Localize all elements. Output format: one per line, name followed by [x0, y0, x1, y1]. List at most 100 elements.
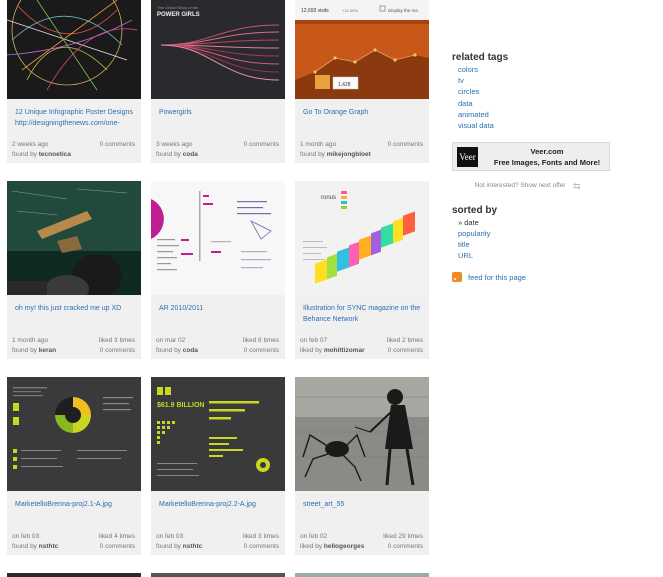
svg-text:ronus: ronus: [321, 195, 336, 201]
card-user[interactable]: coda: [183, 347, 198, 354]
card-title[interactable]: 12 Unique Infographic Poster Designs htt…: [15, 107, 135, 129]
card-meta: on mar 02 liked 8 times: [156, 337, 279, 344]
card-title[interactable]: MarketelloBrenna-proj2.2-A.jpg: [159, 499, 279, 510]
ad-tagline[interactable]: Free Images, Fonts and More!: [487, 158, 607, 167]
card-likes: liked 3 times: [242, 533, 279, 540]
card-meta: found by coda: [156, 151, 279, 158]
card-comments[interactable]: 0 comments: [100, 141, 135, 148]
grid-card[interactable]: 12,693 visits +12.09% Display the ma 1,4…: [295, 0, 429, 163]
card-comments[interactable]: 0 comments: [388, 543, 423, 550]
thumbnail[interactable]: [7, 181, 141, 295]
card-likes: liked 4 times: [98, 533, 135, 540]
card-title[interactable]: oh my! this just cracked me up XD: [15, 303, 135, 314]
grid-card[interactable]: The Untold Story of the POWER GIRLS Powe…: [151, 0, 285, 163]
card-date: on feb 03: [156, 533, 184, 540]
card-user[interactable]: hellogeorges: [324, 543, 364, 550]
card-user[interactable]: nsthtc: [183, 543, 203, 550]
card-found-by: found by tecnoetica: [12, 151, 71, 158]
card-meta: on feb 02 liked 29 times: [300, 533, 423, 540]
card-found-by: liked by hellogeorges: [300, 543, 365, 550]
card-title-text-2[interactable]: Behance Network: [303, 314, 423, 325]
tag-link[interactable]: animated: [458, 109, 494, 120]
card-url[interactable]: http://designingthenews.com/one-: [15, 118, 135, 129]
feed-label[interactable]: feed for this page: [468, 273, 526, 282]
thumbnail[interactable]: ronus: [295, 181, 429, 295]
card-meta: liked by mohittizomar 0 comments: [300, 347, 423, 354]
grid-card[interactable]: AR 2010/2011 on mar 02 liked 8 times fou…: [151, 181, 285, 359]
card-user[interactable]: keran: [39, 347, 56, 354]
card-meta: found by coda 0 comments: [156, 347, 279, 354]
ad-title[interactable]: Veer.com: [487, 147, 607, 156]
rss-icon[interactable]: [452, 272, 462, 282]
card-comments[interactable]: 0 comments: [244, 543, 279, 550]
card-meta: found by nsthtc 0 comments: [12, 543, 135, 550]
card-date: 1 month ago: [12, 337, 49, 344]
card-title[interactable]: Powergirls: [159, 107, 279, 118]
card-date: 2 weeks ago: [12, 141, 49, 148]
card-comments[interactable]: 0 comments: [388, 141, 423, 148]
thumbnail[interactable]: [7, 0, 141, 99]
thumbnail[interactable]: [7, 377, 141, 491]
sort-option-url[interactable]: URL: [458, 250, 491, 261]
next-row-thumb[interactable]: [151, 573, 285, 577]
card-found-by: found by coda: [156, 347, 198, 354]
card-likes: liked 29 times: [383, 533, 423, 540]
sort-option-popularity[interactable]: popularity: [458, 228, 491, 239]
svg-text:+12.09%: +12.09%: [342, 8, 358, 13]
card-user[interactable]: tecnoetica: [39, 151, 71, 158]
not-interested-link[interactable]: Not interested? Show next offer: [472, 181, 568, 190]
thumbnail[interactable]: [151, 181, 285, 295]
card-meta: 3 weeks ago 0 comments: [156, 141, 279, 148]
thumbnail[interactable]: The Untold Story of the POWER GIRLS: [151, 0, 285, 99]
card-comments[interactable]: 0 comments: [100, 347, 135, 354]
card-date: 3 weeks ago: [156, 141, 193, 148]
card-user[interactable]: mikejongbloet: [327, 151, 371, 158]
feed-link[interactable]: feed for this page: [452, 272, 526, 282]
svg-text:$61.9 BILLION: $61.9 BILLION: [157, 402, 204, 409]
tag-link[interactable]: data: [458, 98, 494, 109]
grid-card[interactable]: street_art_55 on feb 02 liked 29 times l…: [295, 377, 429, 555]
card-user[interactable]: mohittizomar: [324, 347, 365, 354]
card-user[interactable]: nsthtc: [39, 543, 59, 550]
grid-card[interactable]: 12 Unique Infographic Poster Designs htt…: [7, 0, 141, 163]
card-title[interactable]: Illustration for SYNC magazine on the Be…: [303, 303, 423, 325]
card-comments[interactable]: 0 comments: [244, 141, 279, 148]
card-title[interactable]: Go To Orange Graph: [303, 107, 423, 118]
card-meta: found by nsthtc 0 comments: [156, 543, 279, 550]
card-title[interactable]: street_art_55: [303, 499, 423, 510]
thumbnail[interactable]: $61.9 BILLION: [151, 377, 285, 491]
card-meta: on feb 03 liked 4 times: [12, 533, 135, 540]
card-meta: on feb 03 liked 3 times: [156, 533, 279, 540]
veer-ad-banner[interactable]: Veer Veer.com Free Images, Fonts and Mor…: [452, 142, 610, 171]
card-date: on feb 03: [12, 533, 40, 540]
card-comments[interactable]: 0 comments: [244, 347, 279, 354]
card-meta: 2 weeks ago 0 comments: [12, 141, 135, 148]
tag-link[interactable]: tv: [458, 75, 494, 86]
tag-link[interactable]: circles: [458, 86, 494, 97]
tag-link[interactable]: colors: [458, 64, 494, 75]
grid-card[interactable]: ronus Illustration for SYNC magazine on …: [295, 181, 429, 359]
next-row-thumb[interactable]: [7, 573, 141, 577]
card-found-by: found by nsthtc: [12, 543, 59, 550]
svg-text:12,693 visits: 12,693 visits: [301, 8, 329, 14]
card-comments[interactable]: 0 comments: [100, 543, 135, 550]
thumbnail[interactable]: [295, 377, 429, 491]
card-likes: liked 2 times: [386, 337, 423, 344]
card-date: 1 month ago: [300, 141, 337, 148]
grid-card[interactable]: oh my! this just cracked me up XD 1 mont…: [7, 181, 141, 359]
card-user[interactable]: coda: [183, 151, 198, 158]
card-comments[interactable]: 0 comments: [388, 347, 423, 354]
thumbnail[interactable]: 12,693 visits +12.09% Display the ma 1,4…: [295, 0, 429, 99]
grid-card[interactable]: $61.9 BILLION MarketelloBrenna-proj2.2-A…: [151, 377, 285, 555]
next-row-thumb[interactable]: [295, 573, 429, 577]
grid-card[interactable]: MarketelloBrenna-proj2.1-A.jpg on feb 03…: [7, 377, 141, 555]
card-title-text[interactable]: Illustration for SYNC magazine on the: [303, 303, 423, 314]
card-title[interactable]: AR 2010/2011: [159, 303, 279, 314]
card-title-text[interactable]: 12 Unique Infographic Poster Designs: [15, 107, 135, 118]
card-title[interactable]: MarketelloBrenna-proj2.1-A.jpg: [15, 499, 135, 510]
tag-link[interactable]: visual data: [458, 120, 494, 131]
sort-list: » date popularity title URL: [452, 217, 491, 262]
refresh-icon[interactable]: ⇆: [573, 181, 581, 192]
sort-option-title[interactable]: title: [458, 239, 491, 250]
svg-text:Display the ma: Display the ma: [388, 8, 418, 13]
